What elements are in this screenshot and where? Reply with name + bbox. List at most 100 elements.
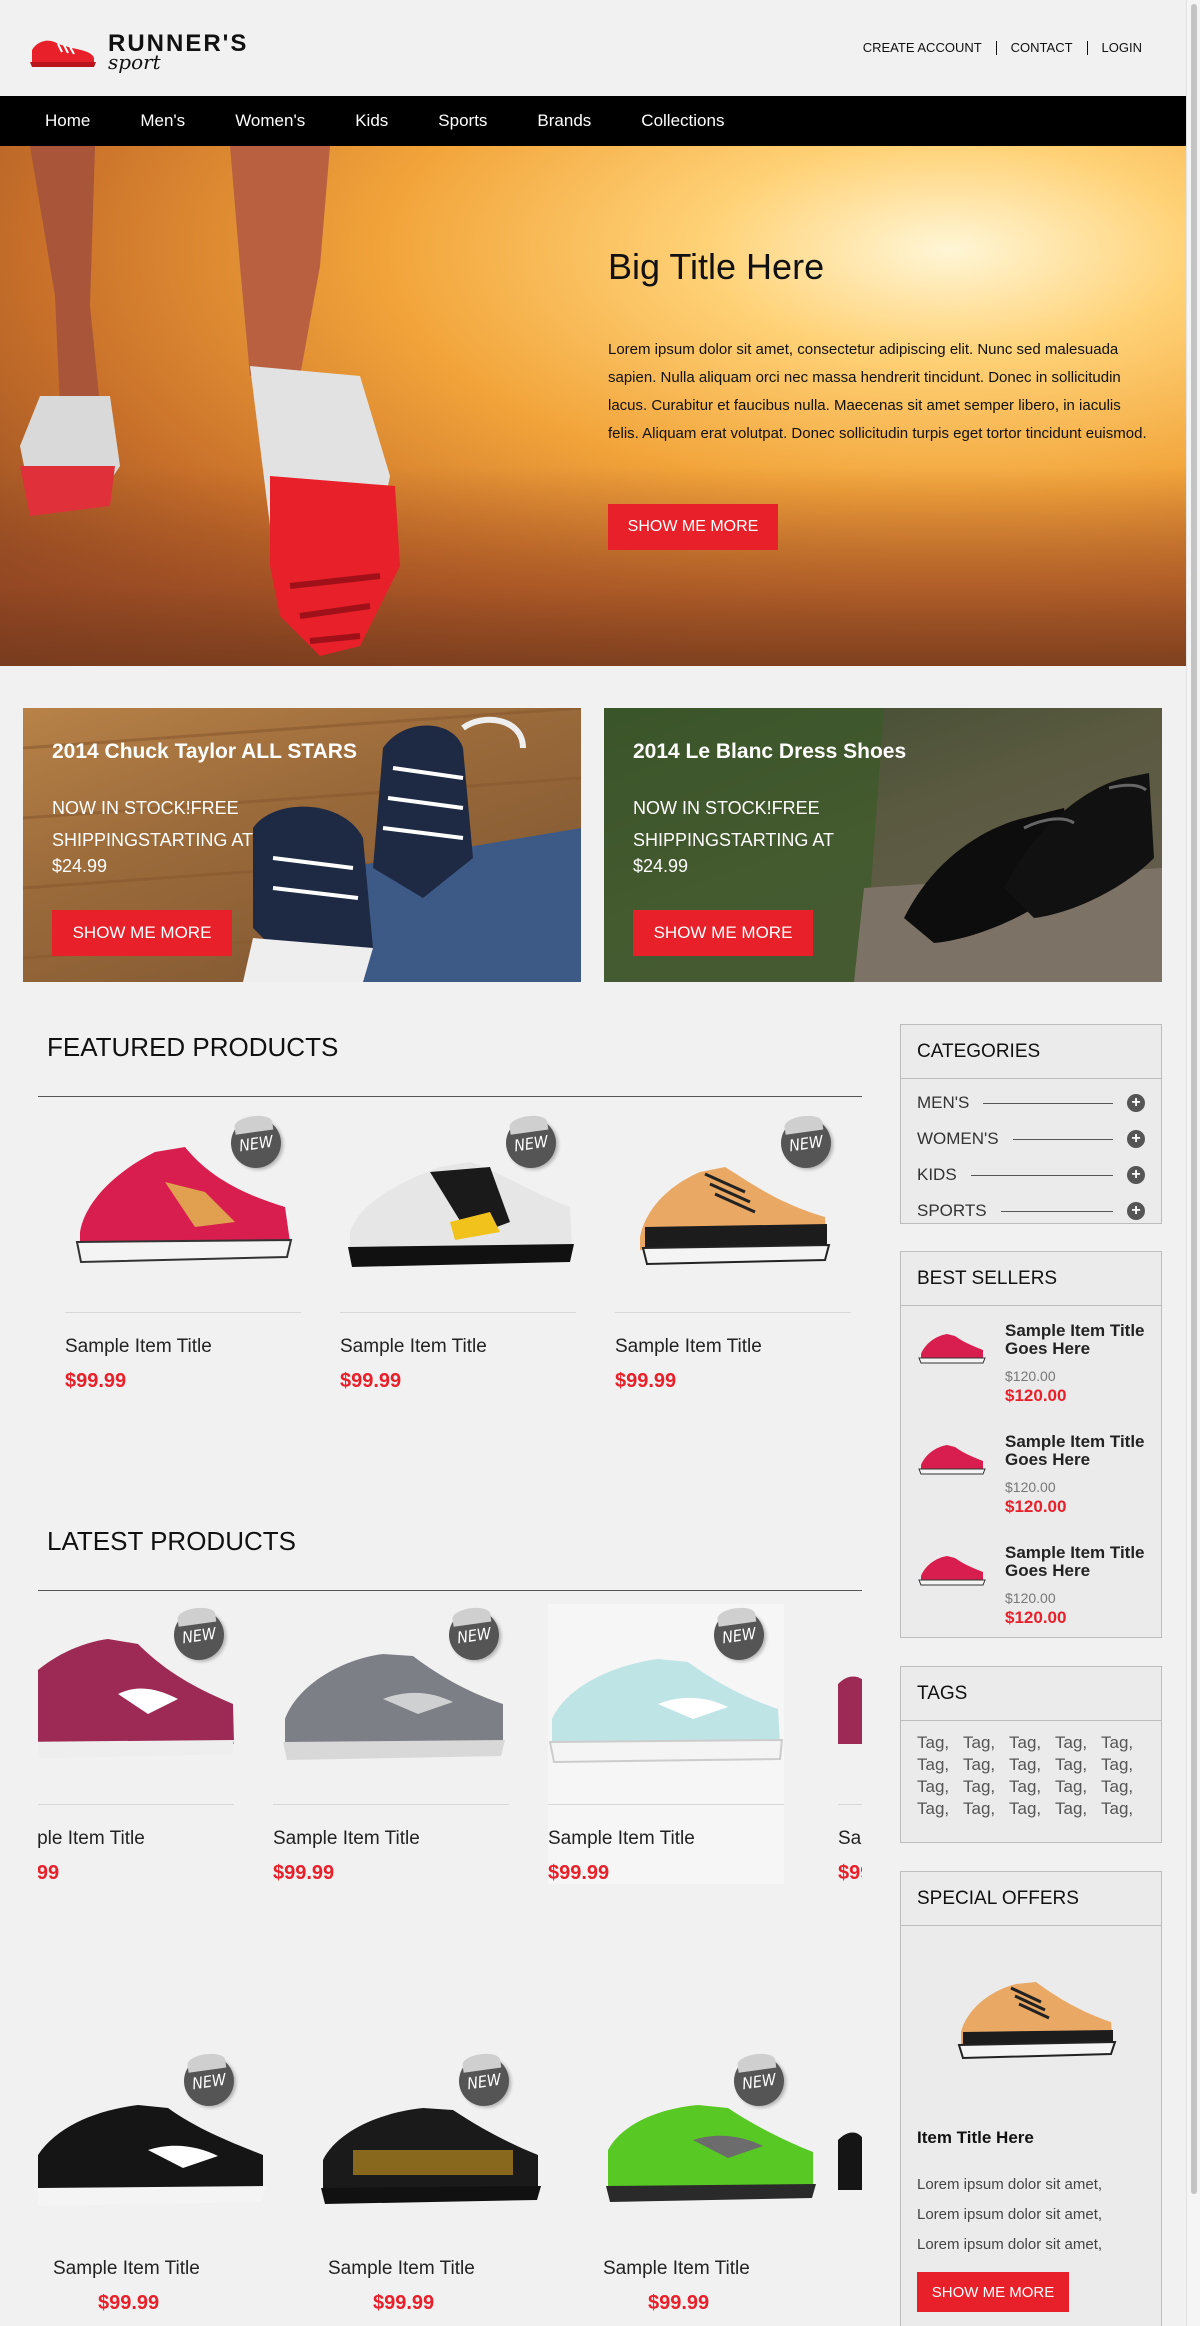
plus-icon[interactable]: + — [1127, 1130, 1145, 1148]
widget-title: BEST SELLERS — [901, 1252, 1161, 1306]
product-title[interactable]: Sample Item Title — [65, 1336, 212, 1358]
bestseller-item[interactable]: Sample Item Title Goes Here $120.00 $120… — [901, 1306, 1161, 1417]
tag-link[interactable]: Tag, — [1055, 1777, 1101, 1797]
promo-title: 2014 Chuck Taylor ALL STARS — [52, 740, 357, 763]
product-title[interactable]: Sample Item Title — [38, 1828, 145, 1850]
promo-text: NOW IN STOCK!FREE SHIPPINGSTARTING AT — [633, 798, 835, 850]
login-link[interactable]: LOGIN — [1088, 40, 1156, 55]
tag-link[interactable]: Tag, — [1055, 1755, 1101, 1775]
product-card[interactable]: NEW Sample Item Title $99.99 — [313, 2050, 549, 2326]
product-title[interactable]: Sample Item Title — [340, 1336, 487, 1358]
black-white-sneaker-image — [38, 2105, 266, 2206]
create-account-link[interactable]: CREATE ACCOUNT — [849, 40, 996, 55]
plus-icon[interactable]: + — [1127, 1166, 1145, 1184]
nav-mens[interactable]: Men's — [140, 111, 185, 131]
bestseller-item[interactable]: Sample Item Title Goes Here $120.00 $120… — [901, 1417, 1161, 1528]
category-item-kids[interactable]: KIDS + — [901, 1157, 1161, 1193]
tag-link[interactable]: Tag, — [1009, 1799, 1055, 1819]
product-price: $99.99 — [65, 1370, 127, 1392]
product-card[interactable] — [838, 2050, 862, 2326]
product-card[interactable]: NEW Sample Item Title $99.99 — [340, 1112, 576, 1392]
product-card[interactable]: NEW Sample Item Title $99.99 — [65, 1112, 301, 1392]
tag-link[interactable]: Tag, — [1055, 1733, 1101, 1753]
hero-show-more-button[interactable]: SHOW ME MORE — [608, 504, 778, 550]
tag-link[interactable]: Tag, — [963, 1799, 1009, 1819]
nav-home[interactable]: Home — [45, 111, 90, 131]
promo-show-more-button[interactable]: SHOW ME MORE — [633, 910, 813, 956]
product-title[interactable]: Sample Item Title — [53, 2258, 200, 2280]
product-card[interactable]: NEW Sample Item Title $99.99 — [548, 1604, 784, 1884]
tag-link[interactable]: Tag, — [917, 1755, 963, 1775]
product-card[interactable]: NEW Sample Item Title $99.99 — [588, 2050, 824, 2326]
text-line: Lorem ipsum dolor sit amet, — [917, 2236, 1103, 2253]
tag-link[interactable]: Tag, — [963, 1733, 1009, 1753]
category-item-sports[interactable]: SPORTS + — [901, 1193, 1161, 1229]
bestseller-price: $120.00 — [1005, 1386, 1067, 1405]
category-item-mens[interactable]: MEN'S + — [901, 1085, 1161, 1121]
hero-title: Big Title Here — [608, 246, 825, 287]
plus-icon[interactable]: + — [1127, 1094, 1145, 1112]
contact-link[interactable]: CONTACT — [997, 40, 1087, 55]
category-label: WOMEN'S — [917, 1129, 999, 1148]
tags-widget: TAGS Tag, Tag, Tag, Tag, Tag, Tag, Tag, … — [900, 1666, 1162, 1843]
widget-title: TAGS — [901, 1667, 1161, 1721]
brand-logo[interactable]: RUNNER'S sport — [28, 28, 278, 74]
bestseller-title[interactable]: Sample Item Title Goes Here — [1005, 1433, 1155, 1469]
promo-chuck-taylor[interactable]: 2014 Chuck Taylor ALL STARS NOW IN STOCK… — [23, 708, 581, 982]
categories-widget: CATEGORIES MEN'S + WOMEN'S + KIDS + SPOR… — [900, 1024, 1162, 1224]
tag-link[interactable]: Tag, — [1101, 1755, 1147, 1775]
promo-price: $24.99 — [52, 856, 108, 876]
tag-link[interactable]: Tag, — [1101, 1777, 1147, 1797]
widget-title: CATEGORIES — [901, 1025, 1161, 1079]
tag-link[interactable]: Tag, — [963, 1755, 1009, 1775]
bestseller-old-price: $120.00 — [1005, 1368, 1056, 1384]
nav-sports[interactable]: Sports — [438, 111, 487, 131]
product-title[interactable]: Sample Item Title — [328, 2258, 475, 2280]
featured-title: FEATURED PRODUCTS — [47, 1032, 339, 1062]
section-divider — [38, 1096, 862, 1097]
plus-icon[interactable]: + — [1127, 1202, 1145, 1220]
pink-sneaker-thumb — [918, 1334, 986, 1364]
special-offer-title[interactable]: Item Title Here — [917, 2128, 1034, 2148]
nav-collections[interactable]: Collections — [641, 111, 724, 131]
text-line: Lorem ipsum dolor sit amet, — [917, 2176, 1103, 2193]
promo-dress-shoes[interactable]: 2014 Le Blanc Dress Shoes NOW IN STOCK!F… — [604, 708, 1162, 982]
site-header: RUNNER'S sport CREATE ACCOUNT CONTACT LO… — [0, 0, 1186, 96]
tag-link[interactable]: Tag, — [1101, 1799, 1147, 1819]
tag-link[interactable]: Tag, — [1055, 1799, 1101, 1819]
tag-link[interactable]: Tag, — [917, 1777, 963, 1797]
product-card[interactable]: NEW Sample Item Title $99.99 — [273, 1604, 509, 1884]
product-title[interactable]: Sample Item Title — [273, 1828, 420, 1850]
product-divider — [340, 1312, 576, 1313]
product-title[interactable]: Sample Item Title — [548, 1828, 695, 1850]
product-divider — [273, 1804, 509, 1805]
bestseller-title[interactable]: Sample Item Title Goes Here — [1005, 1322, 1155, 1358]
product-title[interactable]: Sample Item Title — [615, 1336, 762, 1358]
partial-sneaker-image — [838, 2132, 862, 2190]
tag-link[interactable]: Tag, — [963, 1777, 1009, 1797]
special-offer-text: Lorem ipsum dolor sit amet, Lorem ipsum … — [917, 2170, 1137, 2260]
product-card[interactable]: Sample Item Title $99.99 — [838, 1604, 862, 1884]
product-card[interactable]: NEW Sample Item Title $99.99 — [38, 1604, 234, 1884]
tag-link[interactable]: Tag, — [1009, 1777, 1055, 1797]
tag-link[interactable]: Tag, — [917, 1733, 963, 1753]
bestseller-title[interactable]: Sample Item Title Goes Here — [1005, 1544, 1155, 1580]
tag-link[interactable]: Tag, — [1009, 1733, 1055, 1753]
bestseller-item[interactable]: Sample Item Title Goes Here $120.00 $120… — [901, 1528, 1161, 1639]
product-card[interactable]: NEW Sample Item Title $99.99 — [615, 1112, 851, 1392]
product-title[interactable]: Sample Item Title — [838, 1828, 862, 1850]
nav-brands[interactable]: Brands — [537, 111, 591, 131]
scrollbar-thumb[interactable] — [1191, 4, 1197, 2194]
special-offer-show-more-button[interactable]: SHOW ME MORE — [917, 2272, 1069, 2312]
special-offers-widget: SPECIAL OFFERS Item Title Here Lorem ips… — [900, 1871, 1162, 2326]
tag-link[interactable]: Tag, — [1101, 1733, 1147, 1753]
category-item-womens[interactable]: WOMEN'S + — [901, 1121, 1161, 1157]
nav-kids[interactable]: Kids — [355, 111, 388, 131]
tag-link[interactable]: Tag, — [917, 1799, 963, 1819]
promo-show-more-button[interactable]: SHOW ME MORE — [52, 910, 232, 956]
nav-womens[interactable]: Women's — [235, 111, 305, 131]
page-scrollbar[interactable] — [1186, 0, 1200, 2326]
product-title[interactable]: Sample Item Title — [603, 2258, 750, 2280]
tag-link[interactable]: Tag, — [1009, 1755, 1055, 1775]
product-card[interactable]: NEW Sample Item Title $99.99 — [38, 2050, 274, 2326]
